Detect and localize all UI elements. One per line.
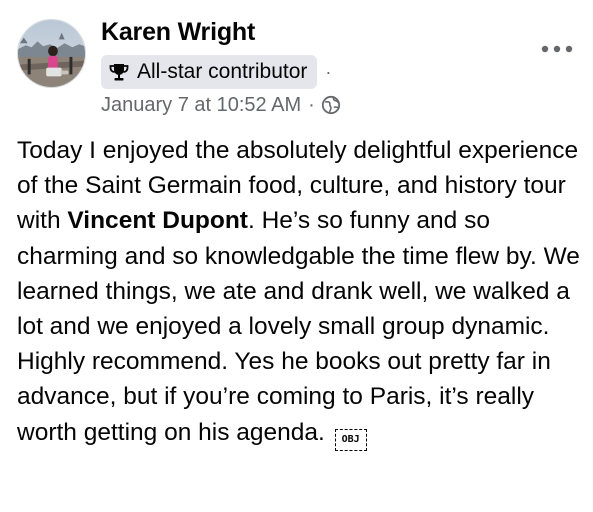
contributor-badge[interactable]: All-star contributor <box>101 55 318 89</box>
badge-separator: · <box>325 61 332 82</box>
badge-label: All-star contributor <box>137 60 308 83</box>
more-options-button[interactable] <box>537 36 577 62</box>
globe-icon[interactable] <box>321 95 341 115</box>
object-placeholder-glyph: OBJ <box>334 428 367 451</box>
trophy-icon <box>108 61 130 83</box>
more-options-icon <box>541 40 573 58</box>
post-timestamp[interactable]: January 7 at 10:52 AM <box>101 94 301 117</box>
post-meta: January 7 at 10:52 AM · <box>101 91 341 119</box>
mention-link[interactable]: Vincent Dupont <box>67 207 248 234</box>
badge-row: All-star contributor · <box>101 55 331 89</box>
meta-separator: · <box>308 93 315 116</box>
profile-photo <box>18 20 85 87</box>
post-card: Karen Wright All-star contributor · Janu… <box>0 0 593 512</box>
post-text: Today I enjoyed the absolutely delightfu… <box>17 133 589 451</box>
author-name[interactable]: Karen Wright <box>101 18 255 47</box>
avatar[interactable] <box>17 19 86 88</box>
post-text-after-mention: . He’s so funny and so charming and so k… <box>17 207 580 446</box>
